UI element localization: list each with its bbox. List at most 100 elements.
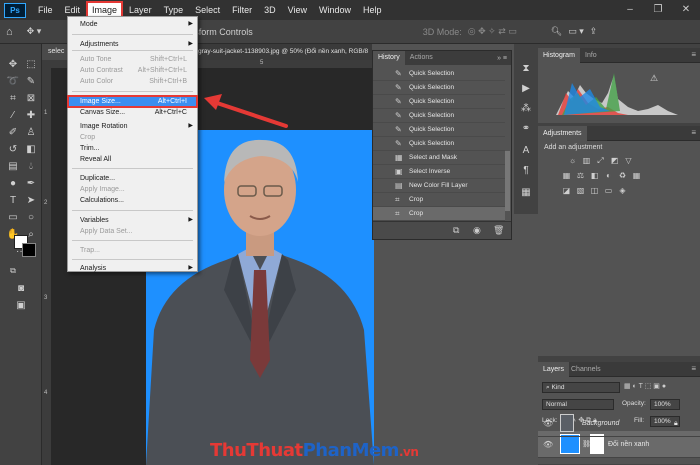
- blur-tool-icon[interactable]: 💧︎: [24, 160, 38, 174]
- color-balance-icon[interactable]: ⚖: [576, 171, 585, 180]
- clone-source-icon[interactable]: ⚭: [519, 122, 533, 136]
- layer-row-background[interactable]: 👁︎ Background 🔒︎: [538, 410, 700, 437]
- vibrance-icon[interactable]: ▽: [624, 156, 633, 165]
- menu-item-adjustments[interactable]: Adjustments ▶: [68, 39, 197, 50]
- lasso-tool-icon[interactable]: ➰: [6, 75, 20, 89]
- screen-mode-icon[interactable]: ▣: [14, 299, 28, 313]
- history-item[interactable]: ✎ Quick Selection: [373, 95, 505, 109]
- clone-stamp-tool-icon[interactable]: ♙: [24, 126, 38, 140]
- paragraph-panel-icon[interactable]: ¶: [519, 164, 533, 178]
- delete-icon[interactable]: 🗑︎: [493, 225, 504, 236]
- move-tool-icon[interactable]: ✥: [6, 58, 20, 72]
- properties-panel-icon[interactable]: ▦: [519, 186, 533, 200]
- minimize-button[interactable]: –: [616, 0, 644, 20]
- menu-item-analysis[interactable]: Analysis ▶: [68, 263, 197, 274]
- history-item[interactable]: ⌗ Crop: [373, 193, 505, 207]
- actions-panel-icon[interactable]: ▶: [519, 82, 533, 96]
- marquee-tool-icon[interactable]: ⬚: [24, 58, 38, 72]
- menu-item-canvas-size[interactable]: Canvas Size... Alt+Ctrl+C: [68, 107, 197, 118]
- new-snapshot-icon[interactable]: ⧉: [453, 225, 459, 236]
- brush-tool-icon[interactable]: ✐: [6, 126, 20, 140]
- history-item[interactable]: ✎ Quick Selection: [373, 81, 505, 95]
- camera-icon[interactable]: ◉: [473, 225, 481, 236]
- close-button[interactable]: ✕: [672, 0, 700, 20]
- maximize-button[interactable]: ❐: [644, 0, 672, 20]
- history-item[interactable]: ✎ Quick Selection: [373, 109, 505, 123]
- hue-saturation-icon[interactable]: ▦: [562, 171, 571, 180]
- posterize-icon[interactable]: ▧: [576, 186, 585, 195]
- menu-item-trim[interactable]: Trim...: [68, 143, 197, 154]
- layer-filter-icons[interactable]: ▦ ◐ T ⬚ ▣ ●: [624, 382, 666, 390]
- quick-mask-icon[interactable]: ◙: [14, 282, 28, 296]
- photo-filter-icon[interactable]: ◐: [604, 171, 613, 180]
- tab-history[interactable]: History: [373, 51, 405, 65]
- selective-color-icon[interactable]: ◈: [618, 186, 627, 195]
- history-brush-tool-icon[interactable]: ↺: [6, 143, 20, 157]
- menu-item-image-size[interactable]: Image Size... Alt+Ctrl+I: [67, 95, 198, 108]
- blend-mode-select[interactable]: Normal: [542, 399, 614, 410]
- menu-file[interactable]: File: [32, 1, 59, 19]
- panel-menu-icon[interactable]: ≡: [691, 128, 696, 137]
- history-item[interactable]: ▣ Select Inverse: [373, 165, 505, 179]
- invert-icon[interactable]: ◪: [562, 186, 571, 195]
- menu-filter[interactable]: Filter: [226, 1, 258, 19]
- color-lookup-icon[interactable]: ▦: [632, 171, 641, 180]
- share-icon[interactable]: ⇪: [590, 26, 598, 37]
- frame-tool-icon[interactable]: ⊠: [24, 92, 38, 106]
- visibility-eye-icon[interactable]: 👁︎: [543, 410, 553, 437]
- history-item[interactable]: ⌗ Crop: [373, 207, 505, 221]
- threshold-icon[interactable]: ◫: [590, 186, 599, 195]
- spot-healing-tool-icon[interactable]: ✚: [24, 109, 38, 123]
- home-icon[interactable]: ⌂: [6, 26, 13, 38]
- quick-selection-tool-icon[interactable]: ✎: [24, 75, 38, 89]
- tab-info[interactable]: Info: [580, 48, 602, 63]
- panel-menu-icon[interactable]: ≡: [691, 364, 696, 373]
- eraser-tool-icon[interactable]: ◧: [24, 143, 38, 157]
- black-white-icon[interactable]: ◧: [590, 171, 599, 180]
- menu-item-duplicate[interactable]: Duplicate...: [68, 173, 197, 184]
- menu-3d[interactable]: 3D: [258, 1, 282, 19]
- eyedropper-tool-icon[interactable]: ⁄: [6, 109, 20, 123]
- menu-item-reveal-all[interactable]: Reveal All: [68, 154, 197, 165]
- brush-settings-icon[interactable]: ⁂: [519, 102, 533, 116]
- rectangle-tool-icon[interactable]: ▭: [6, 211, 20, 225]
- history-item[interactable]: ✎ Quick Selection: [373, 123, 505, 137]
- dodge-tool-icon[interactable]: ●: [6, 177, 20, 191]
- history-scrollbar[interactable]: [505, 151, 510, 211]
- brightness-contrast-icon[interactable]: ☼: [568, 156, 577, 165]
- levels-icon[interactable]: ▥: [582, 156, 591, 165]
- tab-layers[interactable]: Layers: [538, 362, 570, 377]
- exposure-icon[interactable]: ◩: [610, 156, 619, 165]
- adjustments-title[interactable]: Adjustments: [538, 126, 587, 141]
- menu-help[interactable]: Help: [357, 1, 388, 19]
- layer-filter-kind[interactable]: ⌕ Kind: [542, 382, 620, 393]
- 3d-tools-icon[interactable]: ◎ ✥ ✧ ⇄ ▭: [468, 26, 517, 37]
- path-selection-tool-icon[interactable]: ➤: [24, 194, 38, 208]
- opacity-field[interactable]: 100%: [650, 399, 680, 410]
- gradient-tool-icon[interactable]: ▤: [6, 160, 20, 174]
- tab-histogram[interactable]: Histogram: [538, 48, 580, 63]
- menu-item-calculations[interactable]: Calculations...: [68, 195, 197, 206]
- collapse-panel-icon[interactable]: » ≡: [497, 55, 511, 62]
- menu-view[interactable]: View: [282, 1, 313, 19]
- history-item[interactable]: ✎ Quick Selection: [373, 67, 505, 81]
- panel-menu-icon[interactable]: ≡: [691, 50, 696, 59]
- workspace-icon[interactable]: ▭ ▾: [568, 26, 584, 37]
- menu-item-mode[interactable]: Mode ▶: [68, 19, 197, 30]
- history-item[interactable]: ▦ Select and Mask: [373, 151, 505, 165]
- layer-row-background[interactable]: [538, 459, 700, 465]
- gradient-map-icon[interactable]: ▭: [604, 186, 613, 195]
- channel-mixer-icon[interactable]: ♻: [618, 171, 627, 180]
- move-tool-icon[interactable]: ✥ ▾: [27, 26, 42, 37]
- curves-icon[interactable]: ⤢: [596, 156, 605, 165]
- tab-channels[interactable]: Channels: [566, 362, 606, 377]
- crop-tool-icon[interactable]: ⌗: [6, 92, 20, 106]
- menu-item-variables[interactable]: Variables ▶: [68, 215, 197, 226]
- menu-item-image-rotation[interactable]: Image Rotation ▶: [68, 121, 197, 132]
- history-item[interactable]: ✎ Quick Selection: [373, 137, 505, 151]
- type-tool-icon[interactable]: T: [6, 194, 20, 208]
- character-panel-icon[interactable]: A: [519, 144, 533, 158]
- background-color-swatch[interactable]: [22, 243, 36, 257]
- search-icon[interactable]: 🔍︎: [551, 26, 562, 37]
- shape-tool-icon[interactable]: ○: [24, 211, 38, 225]
